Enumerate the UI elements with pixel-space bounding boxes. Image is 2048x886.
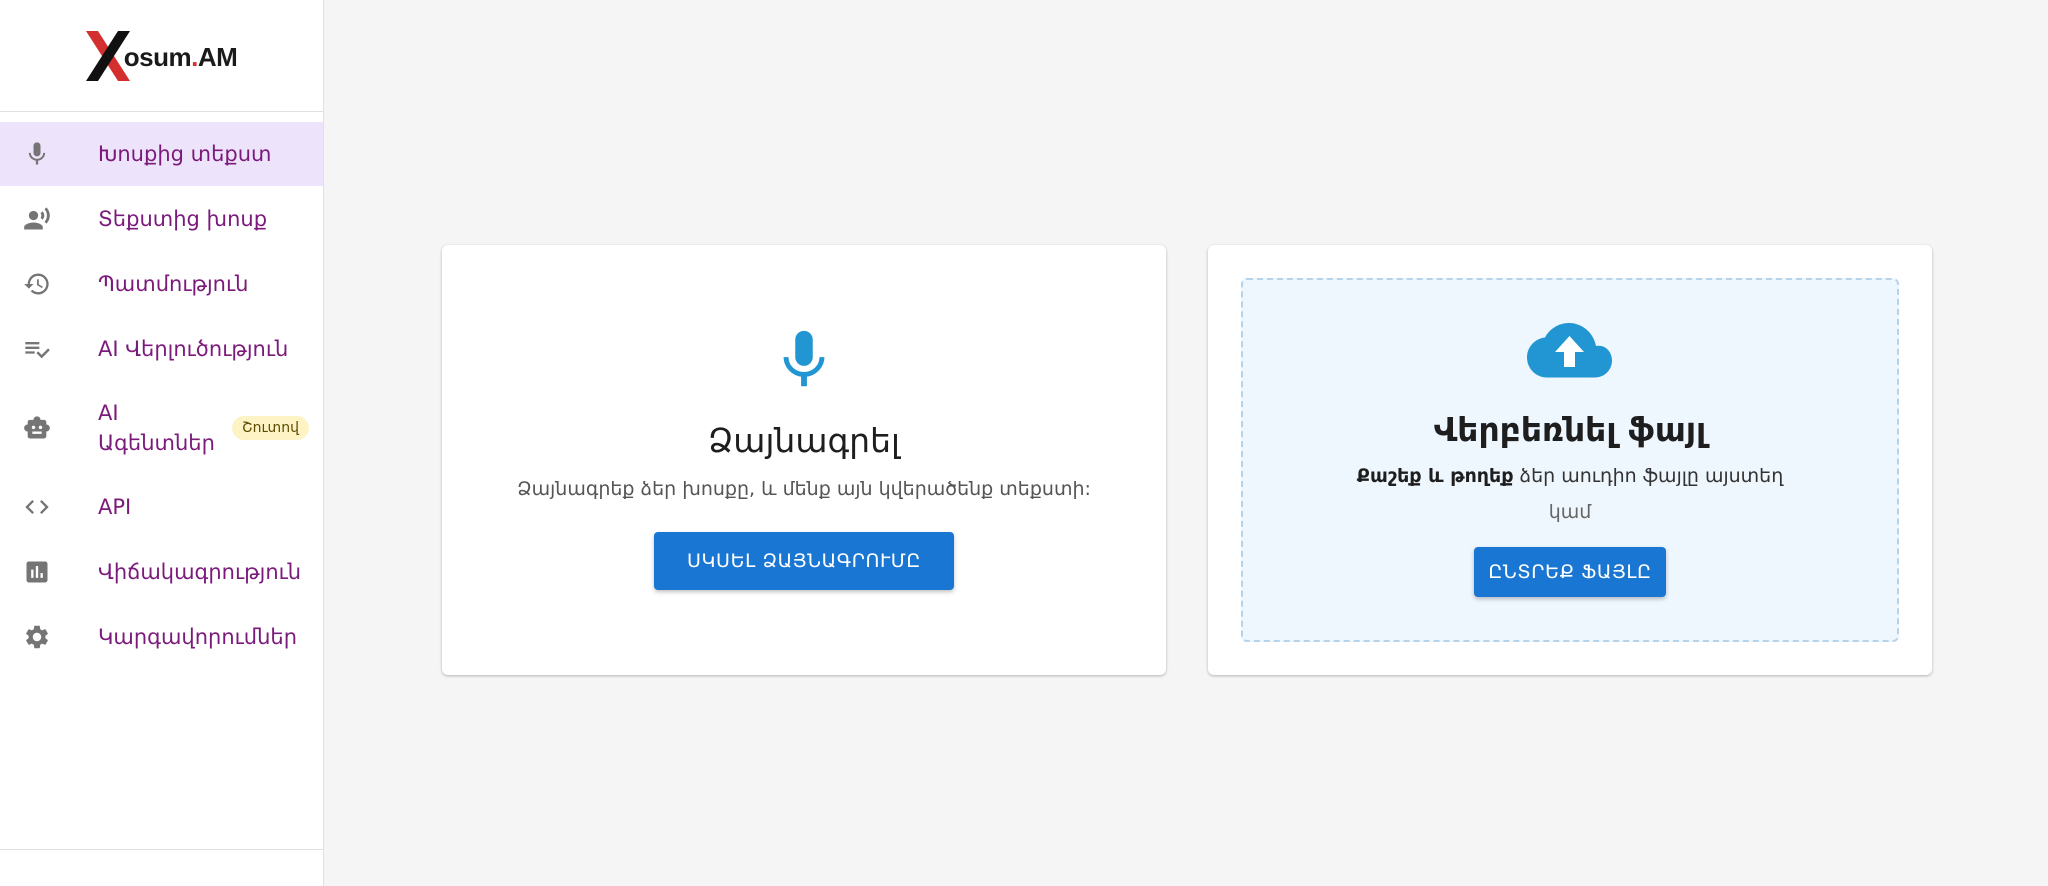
sidebar-item-label: Տեքստից խոսք [98, 207, 268, 231]
sidebar-item-label: API [98, 495, 132, 519]
cloud-upload-icon [1527, 322, 1613, 388]
upload-title: Վերբեռնել ֆայլ [1433, 410, 1707, 449]
sidebar-item-label: AI Վերլուծություն [98, 337, 289, 361]
drag-drop-text: Քաշեք և թողեք ձեր աուդիո ֆայլը այստեղ [1357, 465, 1784, 487]
sidebar-item-label: Վիճակագրություն [98, 560, 302, 584]
logo-area: osum.AM [0, 0, 323, 112]
microphone-icon [769, 325, 839, 399]
file-dropzone[interactable]: Վերբեռնել ֆայլ Քաշեք և թողեք ձեր աուդիո … [1241, 278, 1899, 642]
sidebar-divider [0, 849, 324, 850]
sidebar-item-settings[interactable]: Կարգավորումներ [0, 605, 323, 669]
logo-text: osum.AM [123, 42, 238, 72]
record-card-content: Ձայնագրել Ձայնագրեք ձեր խոսքը, և մենք այ… [442, 245, 1166, 590]
sidebar: osum.AM Խոսքից տեքստ Տեքստից խոսք Պատմու… [0, 0, 324, 886]
upload-card: Վերբեռնել ֆայլ Քաշեք և թողեք ձեր աուդիո … [1208, 245, 1932, 675]
record-title: Ձայնագրել [708, 421, 900, 460]
sidebar-item-ai-analysis[interactable]: AI Վերլուծություն [0, 317, 323, 381]
sidebar-item-api[interactable]: API [0, 475, 323, 539]
drag-drop-bold: Քաշեք և թողեք [1356, 465, 1514, 487]
logo[interactable]: osum.AM [85, 26, 238, 86]
app-root: osum.AM Խոսքից տեքստ Տեքստից խոսք Պատմու… [0, 0, 2048, 886]
sidebar-item-label: Խոսքից տեքստ [98, 142, 272, 166]
drag-drop-rest: ձեր աուդիո ֆայլը այստեղ [1513, 465, 1784, 487]
chart-icon [22, 557, 52, 587]
mic-icon [22, 139, 52, 169]
sidebar-item-label: Կարգավորումներ [98, 625, 298, 649]
start-recording-button[interactable]: ՍԿՍԵԼ ՁԱՅՆԱԳՐՈՒՄԸ [654, 532, 954, 590]
sidebar-item-history[interactable]: Պատմություն [0, 252, 323, 316]
record-card: Ձայնագրել Ձայնագրեք ձեր խոսքը, և մենք այ… [442, 245, 1166, 675]
gear-icon [22, 622, 52, 652]
code-icon [22, 492, 52, 522]
sidebar-item-label: Պատմություն [98, 272, 249, 296]
sidebar-item-ai-agents[interactable]: AI Ագենտներ Շուտով [0, 382, 323, 474]
sidebar-item-speech-to-text[interactable]: Խոսքից տեքստ [0, 122, 323, 186]
coming-soon-badge: Շուտով [232, 416, 309, 440]
checklist-icon [22, 334, 52, 364]
or-separator: կամ [1548, 501, 1592, 523]
sidebar-item-text-to-speech[interactable]: Տեքստից խոսք [0, 187, 323, 251]
sidebar-nav: Խոսքից տեքստ Տեքստից խոսք Պատմություն AI… [0, 112, 323, 669]
record-description: Ձայնագրեք ձեր խոսքը, և մենք այն կվերածեն… [517, 478, 1091, 500]
robot-icon [22, 413, 52, 443]
sidebar-item-label: AI Ագենտներ [98, 401, 215, 455]
sidebar-item-statistics[interactable]: Վիճակագրություն [0, 540, 323, 604]
choose-file-button[interactable]: ԸՆՏՐԵՔ ՖԱՅԼԸ [1474, 547, 1666, 597]
speaker-icon [22, 204, 52, 234]
history-icon [22, 269, 52, 299]
